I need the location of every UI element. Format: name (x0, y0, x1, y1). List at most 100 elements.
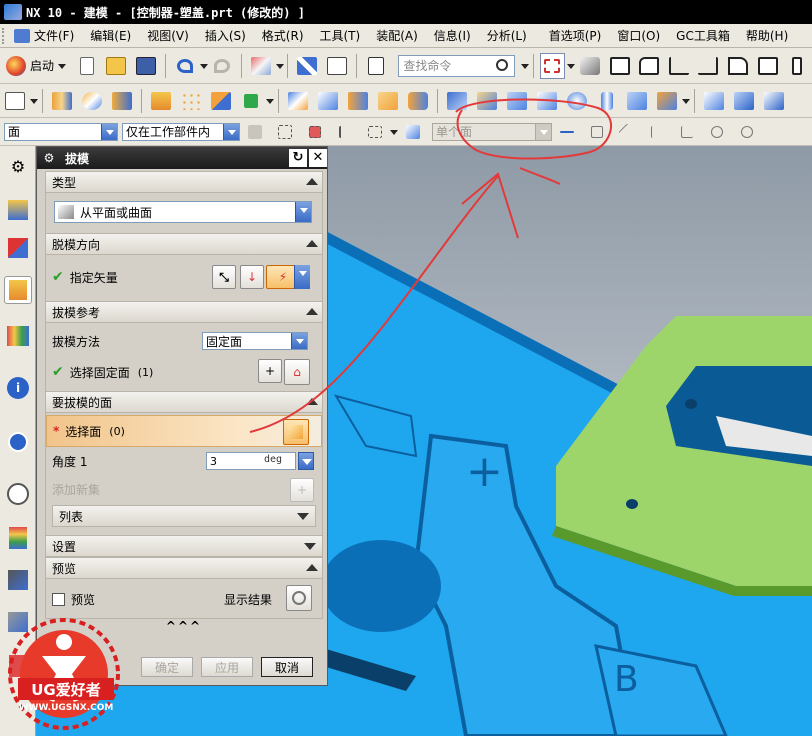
menu-analysis[interactable]: 分析(L) (479, 27, 535, 44)
filter-settings-button[interactable] (242, 119, 268, 145)
save-button[interactable] (133, 53, 159, 79)
reuse-library-button[interactable] (4, 322, 32, 350)
palette-button[interactable] (4, 524, 32, 552)
point-dropdown-icon[interactable] (266, 98, 274, 104)
gear-icon[interactable]: ⚙ (41, 150, 57, 166)
fixed-face-row[interactable]: ✔ 选择固定面 (1) + ⌂ (52, 355, 316, 389)
draft-body-button[interactable] (474, 88, 500, 114)
menu-help[interactable]: 帮助(H) (738, 27, 796, 44)
slot-shape-button[interactable] (784, 53, 810, 79)
angle-dropdown-button[interactable] (298, 452, 314, 470)
angle-input[interactable]: 3 (206, 452, 296, 470)
select-all-button[interactable] (302, 119, 328, 145)
snap-button[interactable] (272, 119, 298, 145)
close-icon[interactable]: ✕ (309, 149, 327, 167)
face-rule-select[interactable]: 单个面 (432, 122, 552, 141)
specify-vector-row[interactable]: ✔ 指定矢量 ⤡ ↓ ⚡ (52, 259, 316, 295)
search-dropdown-icon[interactable] (520, 63, 529, 69)
menu-assembly[interactable]: 装配(A) (368, 27, 426, 44)
boolean-button[interactable] (654, 88, 680, 114)
shell-button[interactable] (345, 88, 371, 114)
through-curves-button[interactable] (731, 88, 757, 114)
rect-select-dropdown-icon[interactable] (390, 129, 398, 135)
offset-face-button[interactable] (375, 88, 401, 114)
history-button[interactable] (4, 428, 32, 456)
rounded-corner-button[interactable] (636, 53, 662, 79)
search-icon[interactable] (495, 58, 508, 71)
resource-settings-button[interactable]: ⚙ (4, 152, 32, 180)
face-rule-icon-button[interactable] (400, 119, 426, 145)
start-button[interactable]: 启动 (0, 53, 72, 79)
menu-info[interactable]: 信息(I) (426, 27, 479, 44)
menu-tools[interactable]: 工具(T) (312, 27, 369, 44)
constraint-navigator-button[interactable] (4, 234, 32, 262)
cancel-button[interactable]: 取消 (261, 657, 313, 677)
snap-mid-button[interactable] (644, 119, 670, 145)
open-button[interactable] (104, 53, 130, 79)
arrow-right-button[interactable] (554, 119, 580, 145)
ok-button[interactable]: 确定 (141, 657, 193, 677)
pattern-button[interactable] (178, 88, 204, 114)
list-expander[interactable]: 列表 (52, 505, 316, 527)
redo-button[interactable] (209, 53, 235, 79)
l-shape-button[interactable] (666, 53, 692, 79)
faces-group-header[interactable]: 要拔模的面 (45, 391, 323, 413)
vector-dropdown[interactable] (294, 265, 310, 289)
type-group-header[interactable]: 类型 (45, 171, 323, 193)
sphere-button[interactable] (564, 88, 590, 114)
reverse-direction-button[interactable]: ⤡ (212, 265, 236, 289)
apply-button[interactable]: 应用 (201, 657, 253, 677)
settings-group-header[interactable]: 设置 (45, 535, 323, 557)
revolve-button[interactable] (79, 88, 105, 114)
face-split-button[interactable] (504, 88, 530, 114)
draft-button[interactable] (444, 88, 470, 114)
menu-window[interactable]: 窗口(O) (609, 27, 668, 44)
assembly-navigator-button[interactable] (4, 196, 32, 224)
part-navigator-button[interactable] (4, 276, 32, 304)
undo-dropdown-icon[interactable] (199, 63, 208, 69)
shade-button[interactable] (577, 53, 603, 79)
new-file-button[interactable] (74, 53, 100, 79)
more-dropdown-icon[interactable] (682, 98, 690, 104)
menu-format[interactable]: 格式(R) (254, 27, 312, 44)
type-filter-select[interactable]: 面 (4, 122, 118, 141)
fit-view-button[interactable] (539, 52, 566, 79)
pick-button[interactable] (332, 119, 358, 145)
reset-icon[interactable]: ↻ (289, 149, 307, 167)
method-select[interactable]: 固定面 (202, 332, 308, 350)
add-new-set-row[interactable]: 添加新集 + (52, 475, 316, 503)
snap-perp-button[interactable] (674, 119, 700, 145)
menu-gc-toolbox[interactable]: GC工具箱 (668, 27, 738, 44)
snap-point-button[interactable] (584, 119, 610, 145)
menu-file[interactable]: 文件(F) (30, 27, 82, 44)
add-new-set-button[interactable]: + (290, 478, 314, 502)
layer-button[interactable] (324, 53, 350, 79)
direction-group-header[interactable]: 脱模方向 (45, 233, 323, 255)
roles-button[interactable] (4, 566, 32, 594)
select-face-button[interactable] (283, 419, 309, 445)
edge-blend-button[interactable] (285, 88, 311, 114)
hole-button[interactable] (109, 88, 135, 114)
snap-center-button[interactable] (704, 119, 730, 145)
menu-view[interactable]: 视图(V) (139, 27, 197, 44)
add-face-button[interactable]: + (258, 359, 282, 383)
undo-button[interactable] (172, 53, 198, 79)
rect-select-button[interactable] (362, 119, 388, 145)
view-orient-button[interactable] (248, 53, 274, 79)
draft-face-preview-button[interactable]: ⌂ (284, 359, 310, 385)
menu-preferences[interactable]: 首选项(P) (535, 27, 610, 44)
extrude-button[interactable] (49, 88, 75, 114)
select-face-row[interactable]: * 选择面 (0) (46, 415, 322, 447)
show-result-button[interactable] (286, 585, 312, 611)
unite-button[interactable] (208, 88, 234, 114)
chamfer-shape-button[interactable] (725, 53, 751, 79)
command-search-input[interactable]: 查找命令 (398, 54, 515, 77)
clock-button[interactable] (4, 480, 32, 508)
view-orient-dropdown-icon[interactable] (275, 63, 284, 69)
fit-view-dropdown-icon[interactable] (567, 63, 576, 69)
step-shape-button[interactable] (696, 53, 722, 79)
block-button[interactable] (624, 88, 650, 114)
type-select[interactable]: 从平面或曲面 (54, 201, 312, 223)
snap-quadrant-button[interactable] (734, 119, 760, 145)
square-corner-button[interactable] (607, 53, 633, 79)
